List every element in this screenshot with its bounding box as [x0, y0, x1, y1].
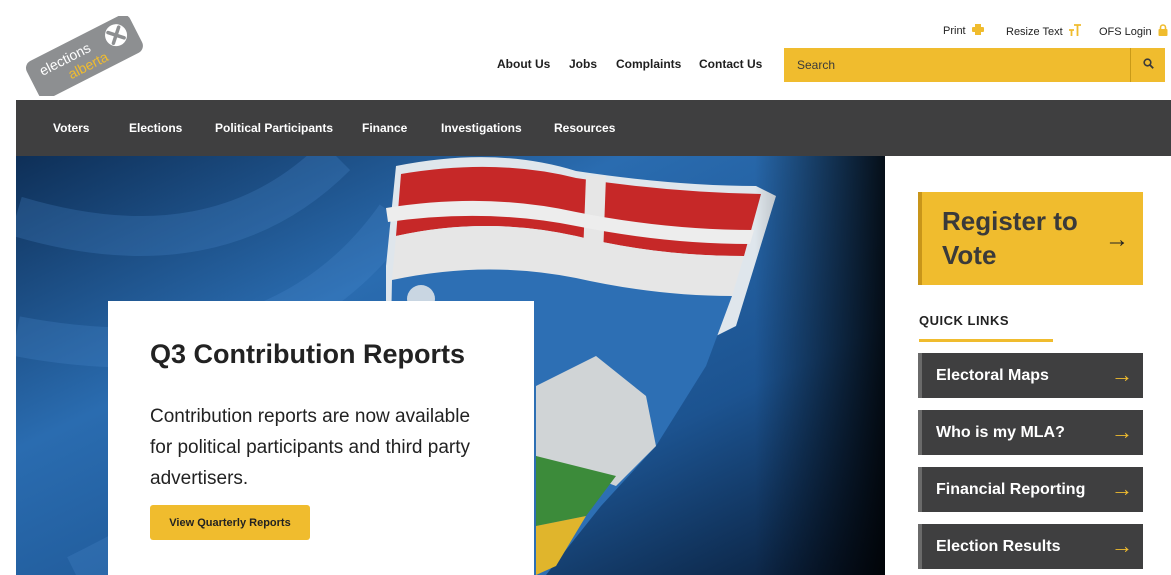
browser-frame-top: [0, 0, 1171, 12]
view-quarterly-reports-button[interactable]: View Quarterly Reports: [150, 505, 310, 540]
search-input[interactable]: [784, 48, 1130, 82]
nav-about-us[interactable]: About Us: [497, 57, 550, 71]
hero-card: Q3 Contribution Reports Contribution rep…: [108, 301, 534, 575]
hero-title: Q3 Contribution Reports: [150, 339, 465, 369]
nav-complaints[interactable]: Complaints: [616, 57, 681, 71]
nav-contact-us[interactable]: Contact Us: [699, 57, 762, 71]
quick-link-label: Financial Reporting: [936, 481, 1086, 498]
quick-links-heading: QUICK LINKS: [919, 313, 1009, 328]
arrow-right-icon: →: [1105, 226, 1129, 253]
hero-body: Contribution reports are now available f…: [150, 406, 471, 489]
resize-text-label: Resize Text: [1006, 25, 1063, 38]
browser-frame-left: [0, 0, 16, 575]
quick-link-who-is-my-mla[interactable]: Who is my MLA? →: [918, 410, 1143, 455]
ofs-login-link[interactable]: OFS Login: [1099, 24, 1168, 39]
quick-links-underline: [919, 339, 1053, 342]
quick-link-election-results[interactable]: Election Results →: [918, 524, 1143, 569]
print-icon: [971, 24, 984, 38]
section-nav-investigations[interactable]: Investigations: [441, 121, 522, 135]
arrow-right-icon: →: [1111, 533, 1133, 558]
arrow-right-icon: →: [1111, 476, 1133, 501]
section-nav-voters[interactable]: Voters: [53, 121, 89, 135]
register-to-vote-button[interactable]: Register to Vote →: [918, 192, 1143, 285]
section-nav-political-participants[interactable]: Political Participants: [215, 121, 333, 135]
resize-text-icon: [1068, 24, 1081, 39]
section-nav-finance[interactable]: Finance: [362, 121, 407, 135]
quick-link-label: Electoral Maps: [936, 367, 1049, 384]
quick-link-label: Election Results: [936, 538, 1061, 555]
search-icon: [1142, 56, 1154, 74]
nav-jobs[interactable]: Jobs: [569, 57, 597, 71]
quick-link-label: Who is my MLA?: [936, 424, 1065, 441]
register-label: Register to Vote: [942, 206, 1078, 270]
section-nav: Voters Elections Political Participants …: [16, 100, 1171, 156]
section-nav-elections[interactable]: Elections: [129, 121, 182, 135]
section-nav-resources[interactable]: Resources: [554, 121, 615, 135]
quick-link-financial-reporting[interactable]: Financial Reporting →: [918, 467, 1143, 512]
print-label: Print: [943, 25, 966, 37]
ofs-login-label: OFS Login: [1099, 25, 1152, 38]
site-header: elections alberta Print Resize Text OFS …: [16, 12, 1171, 100]
arrow-right-icon: →: [1111, 362, 1133, 387]
quick-link-electoral-maps[interactable]: Electoral Maps →: [918, 353, 1143, 398]
print-link[interactable]: Print: [943, 24, 984, 38]
arrow-right-icon: →: [1111, 419, 1133, 444]
lock-icon: [1158, 24, 1168, 39]
search-button[interactable]: [1130, 48, 1165, 82]
resize-text-link[interactable]: Resize Text: [1006, 24, 1081, 39]
search-bar: [784, 48, 1165, 82]
elections-alberta-logo[interactable]: elections alberta: [24, 14, 144, 100]
